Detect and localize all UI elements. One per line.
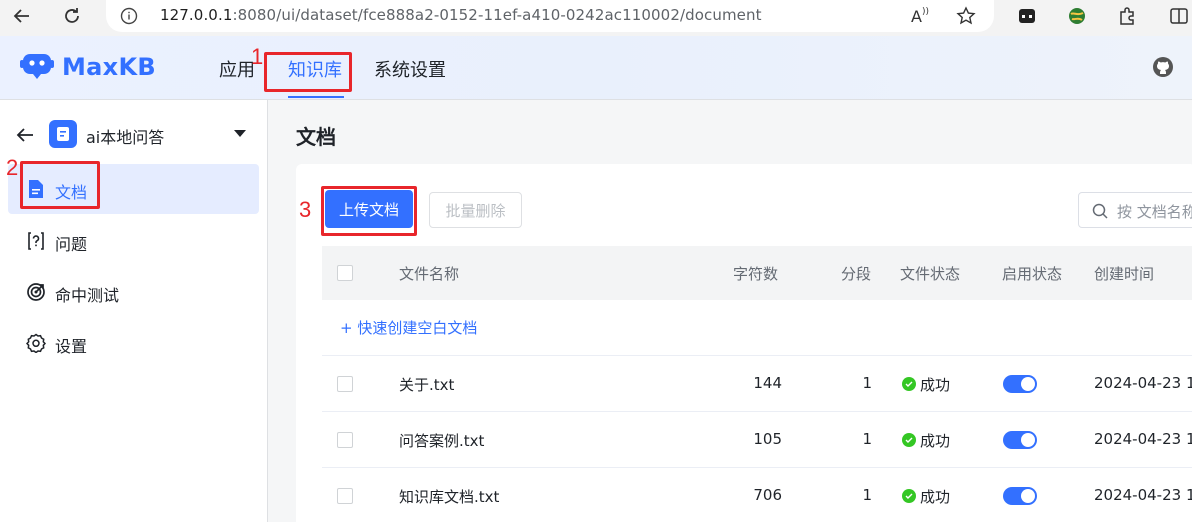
favorite-star-icon[interactable]: [954, 4, 978, 28]
dataset-avatar: [49, 120, 77, 148]
topnav-apps[interactable]: 应用: [219, 56, 255, 82]
target-icon: [25, 281, 47, 303]
column-file-status[interactable]: 文件状态: [900, 263, 960, 284]
sidebar-item-questions[interactable]: 问题: [8, 216, 259, 266]
reload-icon[interactable]: [58, 4, 86, 28]
browser-toolbar: 127.0.0.1:8080/ui/dataset/fce888a2-0152-…: [0, 0, 1192, 36]
segment-count: 1: [862, 374, 872, 392]
app-logo[interactable]: MaxKB: [20, 50, 156, 84]
sidebar-item-hit-test[interactable]: 命中测试: [8, 267, 259, 317]
back-arrow-icon[interactable]: [14, 124, 36, 146]
search-icon: [1091, 202, 1109, 220]
created-time: 2024-04-23 19: [1094, 374, 1192, 392]
file-status: 成功: [920, 376, 951, 394]
puzzle-icon[interactable]: [1114, 4, 1140, 28]
annotation-box-2: [20, 161, 100, 209]
char-count: 706: [753, 486, 782, 504]
column-created-time[interactable]: 创建时间: [1094, 263, 1154, 284]
question-icon: [25, 230, 47, 252]
app-header: MaxKB 应用 知识库 系统设置: [0, 36, 1192, 100]
sidebar-item-label: 命中测试: [55, 286, 120, 305]
row-checkbox[interactable]: [337, 488, 353, 504]
file-status: 成功: [920, 488, 951, 506]
row-checkbox[interactable]: [337, 432, 353, 448]
table-header: 文件名称 字符数 分段 文件状态 启用状态 创建时间: [322, 246, 1192, 300]
search-placeholder: 按 文档名称: [1117, 203, 1192, 221]
topnav-system-settings[interactable]: 系统设置: [374, 56, 446, 82]
segment-count: 1: [862, 430, 872, 448]
quick-create-row: + 快速创建空白文档: [322, 300, 1192, 356]
sidebar-item-label: 设置: [55, 337, 88, 356]
back-icon[interactable]: [8, 4, 36, 28]
github-icon[interactable]: [1152, 56, 1174, 78]
robot-logo-icon: [20, 50, 54, 84]
annotation-number-3: 3: [299, 197, 312, 222]
file-status: 成功: [920, 432, 951, 450]
split-screen-icon[interactable]: [1166, 4, 1192, 28]
annotation-number-1: 1: [251, 44, 264, 69]
file-name[interactable]: 知识库文档.txt: [399, 486, 499, 507]
table-row[interactable]: 知识库文档.txt 706 1 成功 2024-04-23 18: [322, 468, 1192, 522]
read-aloud-icon[interactable]: A)): [908, 4, 932, 28]
column-file-name[interactable]: 文件名称: [399, 263, 459, 284]
url-text: 127.0.0.1:8080/ui/dataset/fce888a2-0152-…: [160, 6, 762, 24]
quick-create-link[interactable]: + 快速创建空白文档: [340, 317, 477, 338]
enable-toggle[interactable]: [1003, 487, 1037, 505]
active-tab-underline: [288, 96, 344, 98]
enable-toggle[interactable]: [1003, 431, 1037, 449]
select-all-checkbox[interactable]: [337, 265, 353, 281]
annotation-box-3: [321, 186, 417, 236]
char-count: 105: [753, 430, 782, 448]
created-time: 2024-04-23 18: [1094, 486, 1192, 504]
enable-toggle[interactable]: [1003, 375, 1037, 393]
file-name[interactable]: 关于.txt: [399, 374, 454, 395]
info-icon[interactable]: [118, 5, 140, 27]
success-check-icon: [902, 433, 916, 447]
globe-extension-icon[interactable]: [1064, 4, 1090, 28]
table-row[interactable]: 关于.txt 144 1 成功 2024-04-23 19: [322, 356, 1192, 412]
column-enable-status[interactable]: 启用状态: [1002, 263, 1062, 284]
dataset-selector: ai本地问答: [0, 116, 268, 152]
success-check-icon: [902, 489, 916, 503]
success-check-icon: [902, 377, 916, 391]
segment-count: 1: [862, 486, 872, 504]
caret-down-icon[interactable]: [234, 130, 246, 137]
gear-icon: [25, 332, 47, 354]
annotation-box-1: [264, 52, 352, 92]
column-segments[interactable]: 分段: [841, 263, 871, 284]
annotation-number-2: 2: [6, 155, 19, 180]
sidebar-item-label: 问题: [55, 235, 88, 254]
row-checkbox[interactable]: [337, 376, 353, 392]
column-char-count[interactable]: 字符数: [733, 263, 778, 284]
sidebar-item-settings[interactable]: 设置: [8, 318, 259, 368]
char-count: 144: [753, 374, 782, 392]
dataset-name[interactable]: ai本地问答: [86, 124, 164, 148]
app-name: MaxKB: [62, 53, 156, 81]
page-title: 文档: [296, 125, 336, 149]
extension-icon[interactable]: [1014, 4, 1040, 28]
address-bar[interactable]: 127.0.0.1:8080/ui/dataset/fce888a2-0152-…: [106, 0, 994, 32]
search-input[interactable]: 按 文档名称: [1078, 192, 1192, 228]
created-time: 2024-04-23 18: [1094, 430, 1192, 448]
file-name[interactable]: 问答案例.txt: [399, 430, 484, 451]
batch-delete-button[interactable]: 批量删除: [429, 192, 522, 228]
table-row[interactable]: 问答案例.txt 105 1 成功 2024-04-23 18: [322, 412, 1192, 468]
